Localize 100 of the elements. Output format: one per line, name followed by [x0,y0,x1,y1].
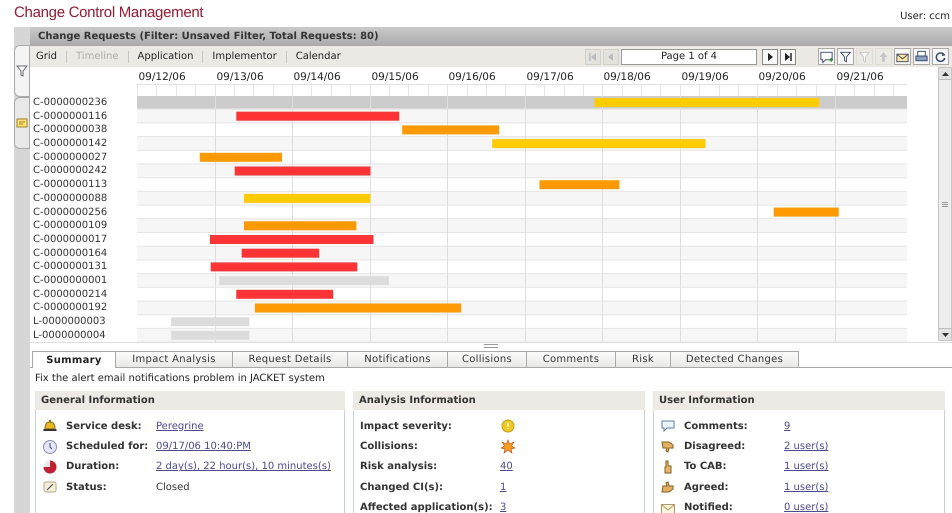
clock-icon [42,438,58,455]
request-id[interactable]: C-0000000116 [30,110,137,124]
field-label: Disagreed: [684,440,746,454]
field-link[interactable]: 0 user(s) [784,500,828,513]
field-link[interactable]: 2 user(s) [784,439,828,454]
request-id[interactable]: L-0000000003 [30,315,137,329]
app-title: Change Control Management [14,2,204,22]
date-label: 09/18/06 [604,71,651,83]
gauge-icon [42,479,58,496]
section-title: Analysis Information [359,394,476,408]
tab[interactable]: Collisions [447,351,527,367]
section-title: User Information [659,394,755,408]
tab[interactable]: Summary [32,351,116,368]
view-link[interactable]: Application [138,49,194,64]
field-link[interactable]: 1 [500,480,506,495]
panel-title: Change Requests (Filter: Unsaved Filter, Total Requests: 80) [38,30,379,44]
gantt-bar[interactable] [219,276,389,286]
request-id[interactable]: C-0000000109 [30,219,137,233]
field-label: Comments: [684,420,749,434]
request-id[interactable]: C-0000000027 [30,150,137,164]
gantt-bar[interactable] [774,208,839,217]
toolbar-button[interactable] [913,48,930,65]
field-link[interactable]: 40 [500,459,513,474]
date-label: 09/20/06 [758,71,806,83]
toolbar-button[interactable] [837,48,854,65]
field-link[interactable]: 1 user(s) [784,480,828,495]
gantt-bar[interactable] [540,180,620,190]
tab[interactable]: Detected Changes [670,351,799,367]
request-id[interactable]: C-0000000242 [30,164,137,178]
request-id[interactable]: L-0000000004 [30,328,137,342]
request-id[interactable]: C-0000000001 [30,274,137,288]
field-label: Affected application(s): [360,501,494,513]
gantt-bar[interactable] [492,139,706,148]
skip-forward-icon [782,50,794,62]
tab[interactable]: Risk [615,351,671,367]
field-label: Impact severity: [360,420,453,434]
next-page-button[interactable] [762,48,778,64]
request-id[interactable]: C-0000000164 [30,246,137,260]
tab[interactable]: Impact Analysis [115,351,233,367]
field-link[interactable]: 1 user(s) [784,459,828,474]
request-id[interactable]: C-0000000192 [30,301,137,315]
thumbs-up-icon [660,479,676,496]
last-page-button[interactable] [780,48,796,64]
grip-icon [942,202,948,206]
field-label: Service desk: [66,420,143,434]
note-icon [16,117,28,129]
tab[interactable]: Comments [526,351,616,367]
field-label: Status: [66,480,108,495]
scrollbar[interactable] [938,67,952,341]
page-field[interactable]: Page 1 of 4 [621,48,757,64]
date-label: 09/14/06 [294,71,341,83]
field-link[interactable]: 3 [500,500,506,513]
speech-bubble-icon [660,418,676,434]
field-label: Agreed: [684,480,730,495]
toolbar-button[interactable] [894,48,911,65]
tab[interactable]: Notifications [347,351,448,367]
request-id[interactable]: C-0000000017 [30,232,137,247]
tab[interactable]: Request Details [232,351,348,367]
field-label: Duration: [66,460,120,474]
field-link[interactable]: Peregrine [156,418,204,434]
request-id[interactable]: C-0000000113 [30,178,137,192]
date-label: 09/16/06 [448,71,496,83]
field-link[interactable]: 09/17/06 10:40:PM [156,439,251,454]
side-tab[interactable] [14,45,30,97]
date-label: 09/12/06 [138,71,186,83]
date-label: 09/17/06 [526,71,574,83]
request-id[interactable]: C-0000000256 [30,206,137,220]
burst-icon [500,438,516,455]
field-link[interactable]: 2 day(s), 22 hour(s), 10 minutes(s) [156,459,331,474]
request-id[interactable]: C-0000000088 [30,192,137,206]
request-id[interactable]: C-0000000214 [30,288,137,302]
view-link[interactable]: Implementor [212,49,277,64]
field-label: Collisions: [360,440,419,454]
description: Fix the alert email notifications problem in JACKET system [35,372,325,386]
field-link[interactable]: 9 [784,418,790,434]
section-title: General Information [41,394,155,408]
request-id[interactable]: C-0000000142 [30,137,137,151]
date-label: 09/19/06 [682,71,729,83]
field-label: Changed CI(s): [360,480,444,495]
field-label: Notified: [684,501,734,513]
splitter-grip-icon[interactable] [484,344,498,348]
view-link[interactable]: Calendar [296,49,341,64]
toolbar-button[interactable] [932,48,949,65]
request-id[interactable]: C-0000000038 [30,123,137,138]
date-label: 09/15/06 [372,71,419,83]
down-arrow-icon[interactable] [942,332,948,336]
request-id[interactable]: C-0000000236 [30,96,137,110]
gantt-bar[interactable] [236,112,400,121]
gantt-bar[interactable] [171,317,250,326]
skip-back-icon [587,50,599,62]
up-arrow-icon[interactable] [942,72,948,76]
request-id[interactable]: C-0000000131 [30,260,137,274]
user-label: User: ccm [900,10,950,24]
toolbar-button[interactable] [818,48,835,65]
view-link[interactable]: Grid [36,49,57,64]
funnel-icon [16,65,28,77]
field-label: Risk analysis: [360,460,438,474]
gantt-bar[interactable] [242,248,320,258]
side-tab[interactable] [14,97,30,149]
field-value: Closed [156,480,190,495]
